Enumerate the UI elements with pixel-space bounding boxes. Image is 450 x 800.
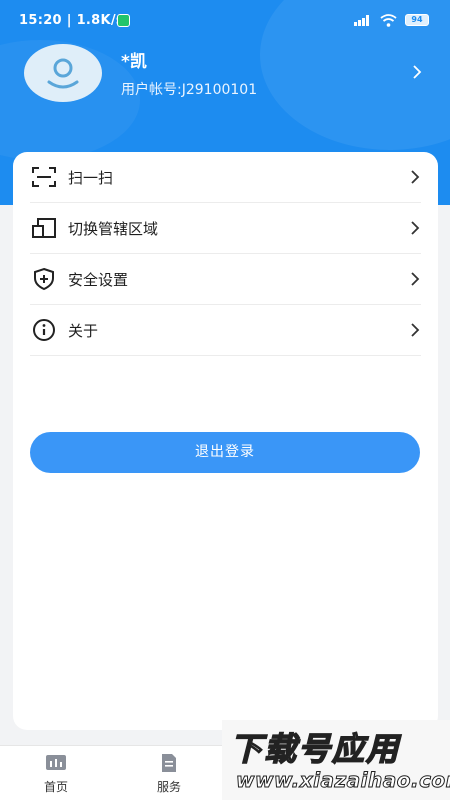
tab-service[interactable]: 服务 — [113, 746, 225, 800]
menu-item-switch-area[interactable]: 切换管辖区域 — [30, 203, 421, 254]
document-icon — [162, 754, 176, 772]
watermark-url: www.xiazaihao.com — [236, 768, 450, 793]
user-avatar-icon — [47, 58, 79, 89]
shield-check-icon — [117, 14, 130, 27]
tab-label: 服务 — [156, 780, 181, 794]
switch-area-icon — [30, 216, 58, 240]
status-time: 15:20 | 1.8K/s — [19, 13, 124, 28]
menu-card: 扫一扫 切换管辖区域 安全设置 关于 退出登录 — [13, 152, 438, 730]
chevron-right-icon[interactable] — [411, 64, 423, 80]
menu-label: 扫一扫 — [68, 168, 114, 187]
watermark: 下载号应用 www.xiazaihao.com — [222, 720, 450, 800]
user-account: 用户帐号:J29100101 — [121, 82, 258, 98]
tab-label: 首页 — [43, 780, 68, 794]
menu-label: 切换管辖区域 — [68, 219, 159, 238]
home-chart-icon — [46, 755, 66, 770]
menu-label: 安全设置 — [68, 270, 129, 289]
menu-item-about[interactable]: 关于 — [30, 305, 421, 356]
chevron-right-icon — [411, 221, 420, 235]
watermark-title: 下载号应用 — [229, 729, 401, 769]
scan-icon — [30, 165, 58, 189]
logout-button[interactable]: 退出登录 — [30, 432, 420, 473]
menu-label: 关于 — [68, 321, 99, 340]
chevron-right-icon — [411, 272, 420, 286]
signal-icon — [354, 15, 369, 26]
info-icon — [30, 318, 58, 342]
battery-indicator: 94 — [405, 14, 429, 26]
tab-home[interactable]: 首页 — [0, 746, 112, 800]
wifi-icon — [380, 14, 397, 27]
avatar[interactable] — [24, 44, 102, 102]
menu-item-security[interactable]: 安全设置 — [30, 254, 421, 305]
chevron-right-icon — [411, 170, 420, 184]
menu-item-scan[interactable]: 扫一扫 — [30, 152, 421, 203]
user-name: *凯 — [121, 52, 147, 72]
chevron-right-icon — [411, 323, 420, 337]
status-bar: 15:20 | 1.8K/s 94 — [0, 0, 450, 42]
shield-plus-icon — [30, 267, 58, 291]
